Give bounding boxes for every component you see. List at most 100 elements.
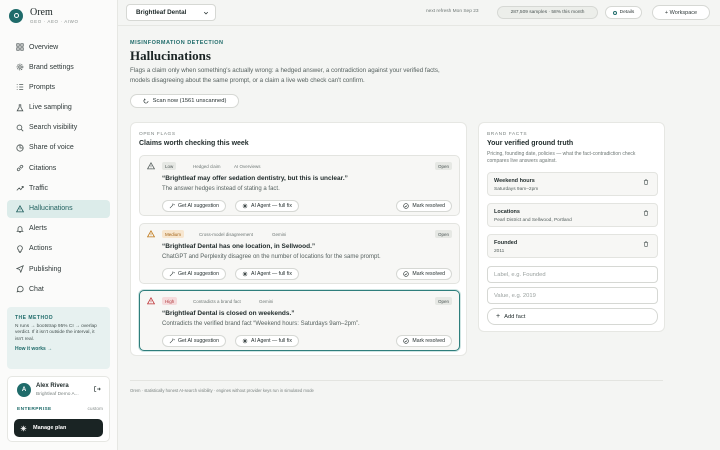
account-name: Alex Rivera [36,383,69,389]
fact-value-input[interactable] [487,287,658,304]
sidebar-item-actions[interactable]: Actions [7,240,110,258]
sidebar-item-label: Overview [29,43,59,51]
fact-item: Weekend hours Saturdays 9am–2pm [487,172,658,196]
ai-agent-fix-button[interactable]: AI Agent — full fix [235,335,299,347]
bulb-icon [17,245,23,253]
ai-agent-fix-button[interactable]: AI Agent — full fix [235,268,299,280]
workspace-button[interactable]: + Workspace [652,5,710,20]
details-button[interactable]: Details [605,6,642,19]
check-circle-icon [403,271,410,277]
search-icon [16,124,24,132]
link-icon [16,165,24,172]
get-ai-suggestion-button[interactable]: Get AI suggestion [162,335,226,347]
warning-icon [147,230,155,238]
status-badge: Open [434,297,452,305]
sidebar-item-chat[interactable]: Chat [7,280,110,298]
brand-facts-panel: BRAND FACTS Your verified ground truth P… [478,122,665,332]
trash-icon[interactable] [643,210,649,216]
sidebar-item-label: Chat [29,285,44,293]
brand[interactable]: Orem GEO · AEO · AIWO [9,7,79,24]
footer-note: Orem · statistically honest AI-search vi… [130,388,314,393]
manage-plan-button[interactable]: Manage plan [14,419,103,437]
sidebar-item-overview[interactable]: Overview [7,38,110,56]
ai-agent-fix-button[interactable]: AI Agent — full fix [235,200,299,212]
flag-card[interactable]: Medium Cross-model disagreement Gemini O… [139,223,460,284]
mark-resolved-button[interactable]: Mark resolved [396,200,452,212]
flag-type: Cross-model disagreement [199,231,254,237]
app-name: Orem [30,7,53,18]
add-fact-button[interactable]: + Add fact [487,308,658,325]
sidebar-item-prompts[interactable]: Prompts [7,78,110,96]
sidebar-item-hallucinations[interactable]: Hallucinations [7,199,110,218]
sidebar-item-label: Prompts [29,83,56,91]
brand-select[interactable]: Brightleaf Dental [126,4,216,21]
fact-value: Saturdays 9am–2pm [494,186,539,192]
details-label: Details [619,10,635,15]
sidebar-item-search-visibility[interactable]: Search visibility [7,119,110,137]
sidebar-item-share-of-voice[interactable]: Share of voice [7,139,110,157]
settings-icon [16,63,24,71]
sidebar-item-citations[interactable]: Citations [7,159,110,177]
bell-icon [16,225,24,233]
sidebar-item-traffic[interactable]: Traffic [7,179,110,197]
list-icon [16,84,24,91]
trash-icon[interactable] [643,179,649,185]
fact-label: Weekend hours [494,178,535,184]
logout-icon[interactable] [93,385,101,393]
flag-reason: ChatGPT and Perplexity disagree on the n… [162,254,381,260]
sidebar-item-live-sampling[interactable]: Live sampling [7,99,110,117]
trash-icon[interactable] [643,241,649,247]
account-org: Brightleaf Demo A... [36,392,79,397]
flag-reason: Contradicts the verified brand fact “Wee… [162,321,360,327]
fact-item: Founded 2011 [487,234,658,258]
sidebar-item-label: Hallucinations [29,205,73,212]
sidebar-item-label: Alerts [29,225,47,233]
fact-value: Pearl District and Sellwood, Portland [494,217,572,223]
get-ai-suggestion-label: Get AI suggestion [178,271,219,277]
flag-engine: AI Overviews [234,163,261,169]
scan-now-button[interactable]: Scan now (1561 unscanned) [130,94,239,108]
get-ai-suggestion-button[interactable]: Get AI suggestion [162,268,226,280]
samples-badge: 287,509 samples · 58% this month [497,6,598,19]
scan-now-label: Scan now (1561 unscanned) [152,98,227,104]
get-ai-suggestion-label: Get AI suggestion [178,338,219,344]
info-icon [612,10,617,15]
flag-card[interactable]: Low Hedged claim AI Overviews Open “Brig… [139,155,460,216]
check-circle-icon [403,338,410,344]
warning-icon [147,297,155,305]
sidebar-item-label: Publishing [29,265,62,273]
avatar[interactable]: A [17,383,31,397]
sidebar-item-label: Search visibility [29,124,78,132]
warning-icon [16,204,24,212]
account-card: A Alex Rivera Brightleaf Demo A... ENTER… [7,376,110,442]
grid-icon [16,43,24,51]
topbar: Brightleaf Dental next refresh Mon Sep 2… [118,0,720,26]
sidebar-item-alerts[interactable]: Alerts [7,220,110,238]
sidebar-item-brand-settings[interactable]: Brand settings [7,58,110,76]
get-ai-suggestion-label: Get AI suggestion [178,203,219,209]
flag-type: Contradicts a brand fact [193,298,241,304]
warning-icon [147,162,155,170]
flag-claim: “Brightleaf may offer sedation dentistry… [162,175,348,182]
severity-badge: Low [162,162,177,170]
severity-badge: Medium [162,230,185,238]
fact-label: Founded [494,240,518,246]
open-flags-panel: OPEN FLAGS Claims worth checking this we… [130,122,467,356]
flag-claim: “Brightleaf Dental has one location, in … [162,243,316,250]
flag-reason: The answer hedges instead of stating a f… [162,186,280,192]
pie-icon [16,144,24,152]
flag-card-selected[interactable]: High Contradicts a brand fact Gemini Ope… [139,290,460,351]
fact-label-input[interactable] [487,266,658,283]
get-ai-suggestion-button[interactable]: Get AI suggestion [162,200,226,212]
sidebar-item-label: Citations [29,164,57,172]
mark-resolved-button[interactable]: Mark resolved [396,335,452,347]
facts-eyebrow: BRAND FACTS [487,132,528,137]
flags-title: Claims worth checking this week [139,140,249,147]
sidebar-item-publishing[interactable]: Publishing [7,260,110,278]
manage-plan-label: Manage plan [33,425,67,431]
status-badge: Open [434,162,452,170]
mark-resolved-label: Mark resolved [412,271,445,277]
how-it-works-link[interactable]: How it works → [15,346,102,352]
fact-item: Locations Pearl District and Sellwood, P… [487,203,658,227]
mark-resolved-button[interactable]: Mark resolved [396,268,452,280]
